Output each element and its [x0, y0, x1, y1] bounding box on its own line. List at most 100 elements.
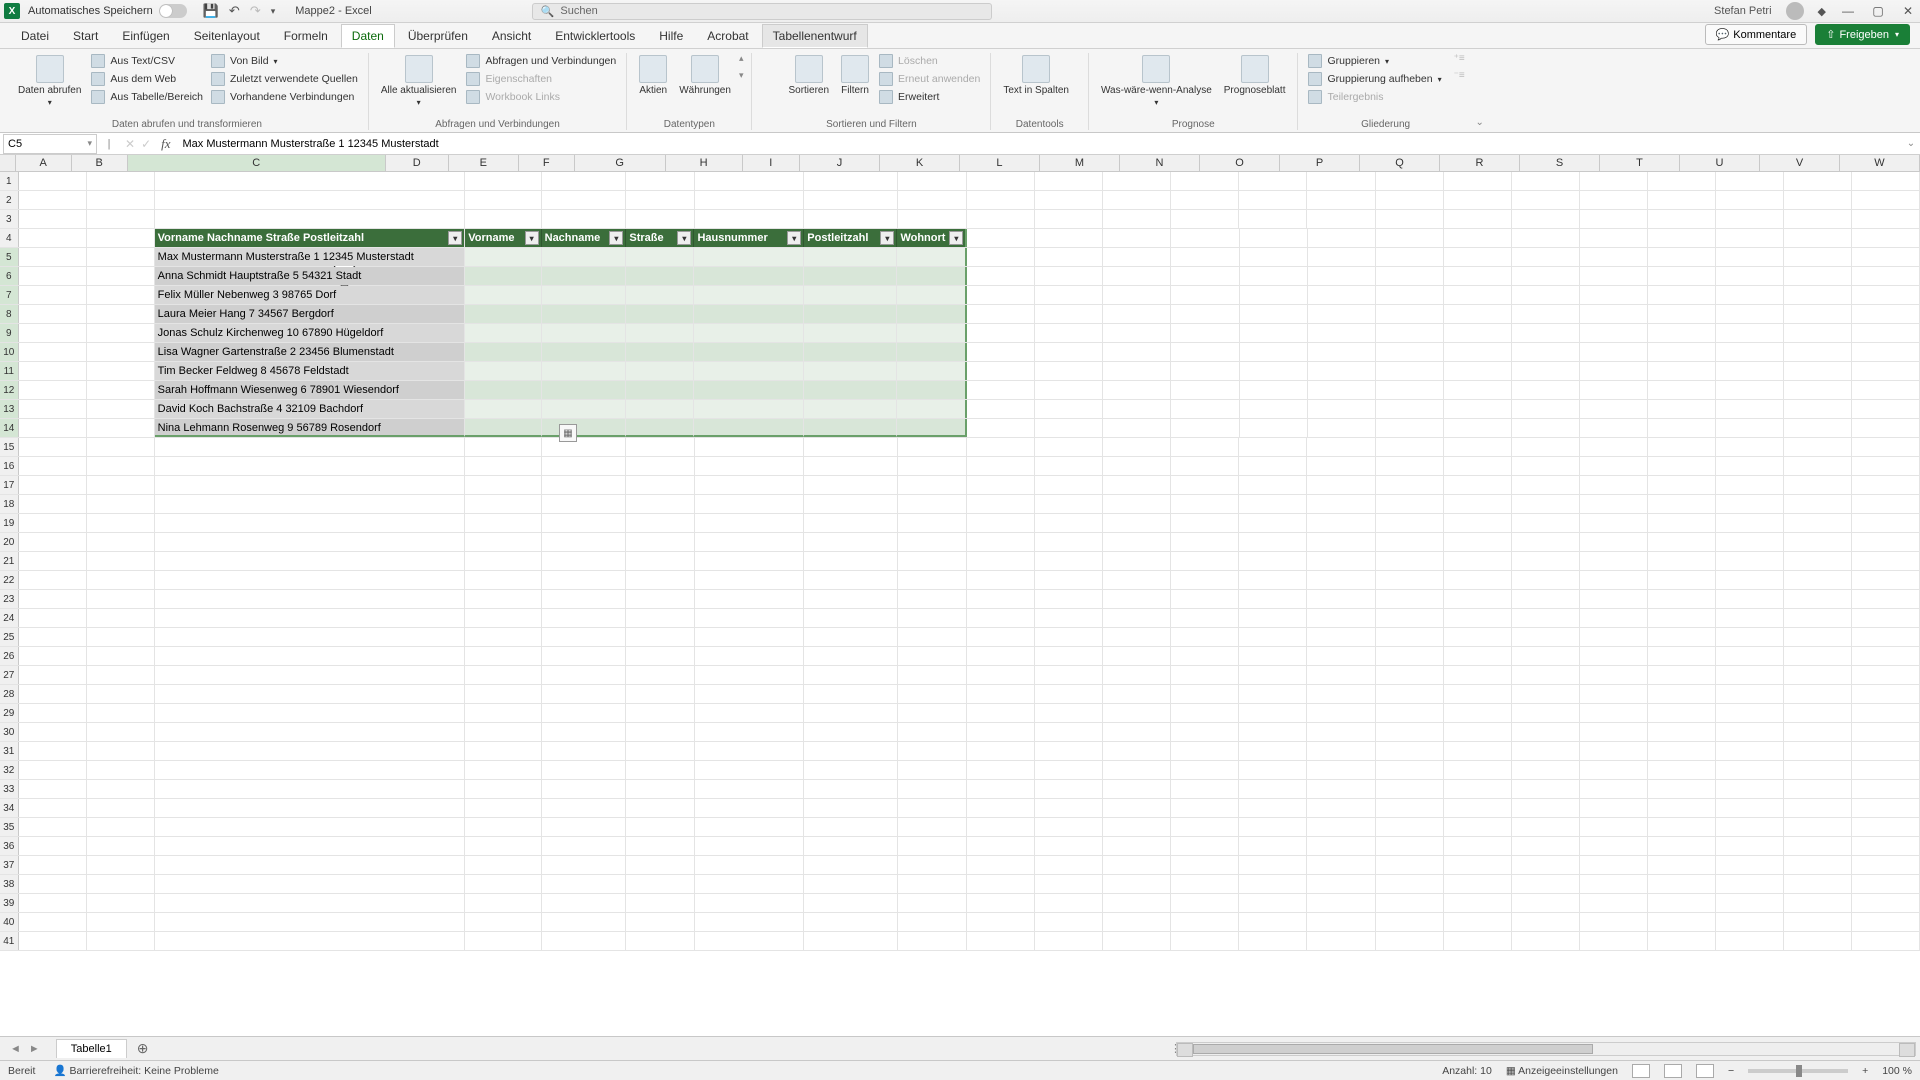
cell[interactable]: [626, 932, 694, 950]
cell[interactable]: [626, 894, 694, 912]
cell[interactable]: [1376, 590, 1444, 608]
cell[interactable]: [87, 476, 155, 494]
cell[interactable]: [694, 400, 804, 418]
cell[interactable]: [155, 438, 466, 456]
cell[interactable]: [1376, 799, 1444, 817]
cell[interactable]: [465, 685, 541, 703]
tab-acrobat[interactable]: Acrobat: [696, 24, 759, 48]
user-name[interactable]: Stefan Petri: [1714, 5, 1771, 17]
cell[interactable]: [1103, 229, 1171, 247]
cell[interactable]: [626, 837, 694, 855]
cell[interactable]: [967, 742, 1035, 760]
ungroup-button[interactable]: Gruppierung aufheben ▾: [1306, 71, 1443, 87]
cell[interactable]: [1376, 723, 1444, 741]
cell[interactable]: [694, 324, 804, 342]
cell[interactable]: [1648, 267, 1716, 285]
cell[interactable]: [1035, 628, 1103, 646]
cell[interactable]: [1852, 590, 1920, 608]
cell[interactable]: [1240, 381, 1308, 399]
cell[interactable]: [1648, 590, 1716, 608]
cell[interactable]: [1239, 609, 1307, 627]
cell[interactable]: [804, 400, 897, 418]
cell[interactable]: [897, 400, 967, 418]
cell[interactable]: [465, 932, 541, 950]
cell[interactable]: [1103, 837, 1171, 855]
row-header[interactable]: 22: [0, 571, 19, 589]
cell[interactable]: [1171, 571, 1239, 589]
cell[interactable]: [1580, 666, 1648, 684]
cell[interactable]: [1444, 533, 1512, 551]
col-header-C[interactable]: C: [128, 155, 386, 171]
cell[interactable]: [87, 305, 155, 323]
cell[interactable]: [1239, 780, 1307, 798]
cell[interactable]: [1716, 514, 1784, 532]
get-data-button[interactable]: Daten abrufen▾: [14, 53, 85, 109]
cell[interactable]: [695, 609, 805, 627]
cell[interactable]: [1376, 172, 1444, 190]
cell[interactable]: [1240, 419, 1308, 437]
cell[interactable]: [1103, 742, 1171, 760]
cell[interactable]: [1444, 609, 1512, 627]
cell[interactable]: [1852, 704, 1920, 722]
cell[interactable]: [155, 533, 466, 551]
cell[interactable]: [542, 533, 627, 551]
cell[interactable]: [1648, 381, 1716, 399]
cell[interactable]: [465, 894, 541, 912]
cell[interactable]: [1580, 723, 1648, 741]
cell[interactable]: [1512, 647, 1580, 665]
cell[interactable]: [1444, 476, 1512, 494]
cell[interactable]: [1716, 476, 1784, 494]
cell[interactable]: [1648, 723, 1716, 741]
cell[interactable]: [804, 210, 897, 228]
cell[interactable]: [542, 172, 627, 190]
row-header[interactable]: 28: [0, 685, 19, 703]
cell[interactable]: [542, 780, 627, 798]
cell[interactable]: [1240, 324, 1308, 342]
cell[interactable]: [626, 818, 694, 836]
row-header[interactable]: 33: [0, 780, 19, 798]
cell[interactable]: [897, 343, 967, 361]
cell[interactable]: [155, 476, 466, 494]
cell[interactable]: [1307, 609, 1375, 627]
cell[interactable]: [804, 590, 897, 608]
cell[interactable]: [1512, 837, 1580, 855]
cell[interactable]: [1512, 742, 1580, 760]
cell[interactable]: [1035, 742, 1103, 760]
cell[interactable]: [19, 932, 87, 950]
cell[interactable]: [542, 837, 627, 855]
diamond-icon[interactable]: ◆: [1818, 5, 1826, 18]
row-header[interactable]: 36: [0, 837, 19, 855]
cell[interactable]: [1716, 552, 1784, 570]
row-header[interactable]: 16: [0, 457, 19, 475]
cell[interactable]: [1444, 286, 1512, 304]
cell[interactable]: [87, 780, 155, 798]
cell[interactable]: [1512, 723, 1580, 741]
col-header-R[interactable]: R: [1440, 155, 1520, 171]
cell[interactable]: [1784, 571, 1852, 589]
cell[interactable]: [1103, 552, 1171, 570]
cell[interactable]: [694, 248, 804, 266]
cell[interactable]: [626, 666, 694, 684]
cell[interactable]: [1103, 761, 1171, 779]
row-header[interactable]: 10: [0, 343, 19, 361]
cell[interactable]: [87, 761, 155, 779]
cell[interactable]: [1239, 628, 1307, 646]
cell[interactable]: [804, 514, 897, 532]
cell[interactable]: [626, 400, 694, 418]
cell[interactable]: [1784, 818, 1852, 836]
cell[interactable]: [967, 457, 1035, 475]
cell[interactable]: [1376, 229, 1444, 247]
row-header[interactable]: 31: [0, 742, 19, 760]
cell[interactable]: [465, 172, 541, 190]
cell[interactable]: [897, 419, 967, 437]
cell[interactable]: [1307, 723, 1375, 741]
cell[interactable]: [1307, 210, 1375, 228]
cell[interactable]: [155, 666, 466, 684]
cell[interactable]: [1444, 514, 1512, 532]
cell[interactable]: [1307, 647, 1375, 665]
cell[interactable]: [1784, 191, 1852, 209]
cell[interactable]: [465, 419, 541, 437]
cell[interactable]: [1512, 590, 1580, 608]
cell[interactable]: [1512, 229, 1580, 247]
cell[interactable]: [1512, 856, 1580, 874]
